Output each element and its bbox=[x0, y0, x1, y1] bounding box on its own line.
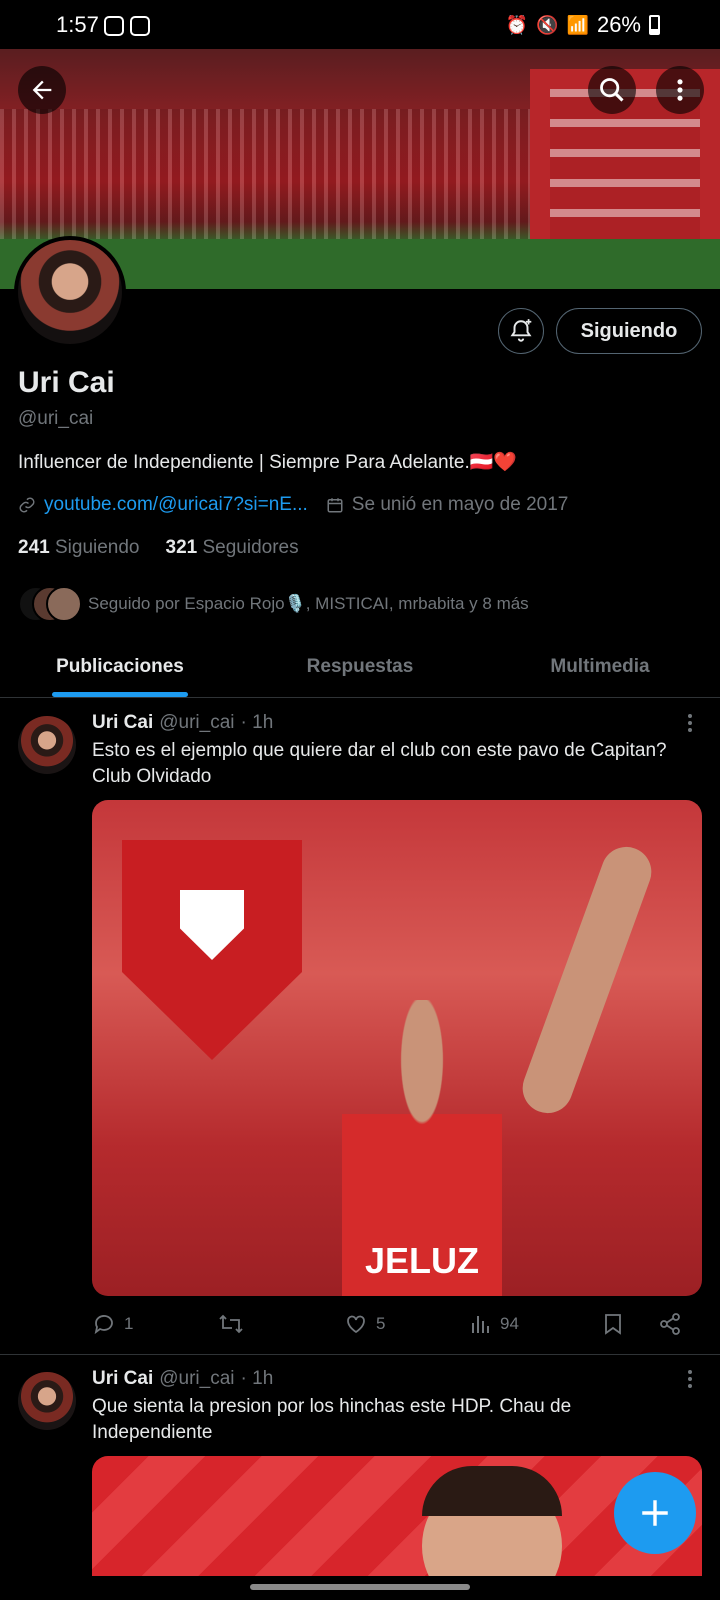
post-text: Esto es el ejemplo que quiere dar el clu… bbox=[92, 738, 692, 790]
alarm-icon: ⏰ bbox=[505, 14, 529, 35]
follower-avatar bbox=[46, 586, 82, 622]
post-time: · 1h bbox=[240, 712, 274, 733]
post-text-line: Esto es el ejemplo que quiere dar el clu… bbox=[92, 740, 667, 761]
tab-respuestas[interactable]: Respuestas bbox=[240, 636, 480, 697]
views-icon bbox=[472, 1316, 489, 1333]
post-text-line: Que sienta la presion por los hinchas es… bbox=[92, 1396, 572, 1417]
repost-icon bbox=[219, 1314, 243, 1334]
profile-handle: @uri_cai bbox=[18, 408, 94, 429]
views-button[interactable]: 94 bbox=[470, 1313, 602, 1335]
share-icon bbox=[660, 1313, 680, 1335]
back-button[interactable] bbox=[18, 66, 66, 114]
post-divider bbox=[0, 1354, 720, 1355]
post-menu-button[interactable] bbox=[684, 712, 696, 740]
profile-meta: youtube.com/@uricai7?si=nE... Se unió en… bbox=[18, 494, 568, 516]
post-text-line: Club Olvidado bbox=[92, 766, 212, 787]
profile-name: Uri Cai bbox=[18, 366, 115, 399]
system-icons: ⏰ 🔇 📶 26% bbox=[506, 12, 660, 38]
followed-by[interactable]: Seguido por Espacio Rojo🎙️, MISTICAI, mr… bbox=[18, 586, 529, 622]
follow-counts: 241 Siguiendo 321 Seguidores bbox=[18, 537, 299, 559]
post-menu-button[interactable] bbox=[684, 1368, 696, 1396]
arrow-left-icon bbox=[32, 80, 52, 100]
post-text: Que sienta la presion por los hinchas es… bbox=[92, 1394, 692, 1446]
like-button[interactable]: 5 bbox=[344, 1312, 470, 1336]
reply-count: 1 bbox=[124, 1314, 134, 1333]
like-count: 5 bbox=[376, 1314, 386, 1333]
wifi-icon: 📶 bbox=[566, 14, 589, 35]
post-author-name[interactable]: Uri Cai bbox=[92, 712, 153, 734]
plus-icon bbox=[642, 1500, 668, 1526]
followers-link[interactable]: 321 Seguidores bbox=[166, 537, 299, 559]
post-text-line: Independiente bbox=[92, 1422, 213, 1443]
player-hair bbox=[422, 1466, 562, 1516]
bookmark-button[interactable] bbox=[602, 1312, 658, 1336]
post-image[interactable] bbox=[92, 1456, 702, 1576]
post-actions: 1 5 94 bbox=[92, 1312, 692, 1336]
home-indicator[interactable] bbox=[250, 1584, 470, 1590]
reply-icon bbox=[94, 1315, 113, 1335]
pennant-graphic bbox=[122, 840, 302, 1060]
raised-arm bbox=[515, 839, 659, 1121]
post-avatar[interactable] bbox=[18, 716, 76, 774]
calendar-icon bbox=[327, 498, 343, 513]
post-header: Uri Cai @uri_cai · 1h bbox=[92, 1368, 273, 1390]
instagram-icon bbox=[104, 16, 124, 36]
tab-publicaciones[interactable]: Publicaciones bbox=[0, 636, 240, 697]
gallery-icon bbox=[130, 16, 150, 36]
post-image[interactable]: JELUZ bbox=[92, 800, 702, 1296]
search-icon bbox=[600, 78, 624, 102]
search-button[interactable] bbox=[588, 66, 636, 114]
following-link[interactable]: 241 Siguiendo bbox=[18, 537, 140, 559]
status-time: 1:57 bbox=[56, 12, 99, 37]
more-vertical-icon bbox=[677, 79, 683, 101]
post-avatar[interactable] bbox=[18, 1372, 76, 1430]
notification-icons bbox=[104, 16, 150, 36]
reply-button[interactable]: 1 bbox=[92, 1312, 218, 1336]
following-button[interactable]: Siguiendo bbox=[556, 308, 702, 354]
repost-button[interactable] bbox=[218, 1312, 344, 1336]
profile-tabs: Publicaciones Respuestas Multimedia bbox=[0, 636, 720, 698]
following-count: 241 bbox=[18, 537, 50, 558]
followers-count: 321 bbox=[165, 537, 198, 558]
share-button[interactable] bbox=[658, 1312, 682, 1336]
notifications-button[interactable] bbox=[498, 308, 544, 354]
followed-by-text: Seguido por Espacio Rojo🎙️, MISTICAI, mr… bbox=[88, 594, 529, 613]
post-author-handle: @uri_cai bbox=[159, 712, 235, 733]
views-count: 94 bbox=[500, 1314, 519, 1333]
join-date: Se unió en mayo de 2017 bbox=[351, 494, 569, 515]
compose-button[interactable] bbox=[614, 1472, 696, 1554]
jersey-sponsor: JELUZ bbox=[364, 1240, 479, 1281]
post-header: Uri Cai @uri_cai · 1h bbox=[92, 712, 273, 734]
post-time: · 1h bbox=[240, 1368, 274, 1389]
post-author-name[interactable]: Uri Cai bbox=[92, 1368, 153, 1390]
profile-bio: Influencer de Independiente | Siempre Pa… bbox=[18, 452, 518, 473]
more-vertical-icon bbox=[688, 1370, 692, 1388]
more-options-button[interactable] bbox=[656, 66, 704, 114]
status-bar: 1:57 ⏰ 🔇 📶 26% bbox=[0, 0, 720, 52]
battery-percent: 26% bbox=[596, 12, 641, 37]
followers-label: Seguidores bbox=[202, 537, 299, 558]
mute-icon: 🔇 bbox=[536, 14, 559, 35]
tab-multimedia[interactable]: Multimedia bbox=[480, 636, 720, 697]
profile-avatar[interactable] bbox=[14, 236, 126, 348]
link-icon bbox=[19, 497, 35, 513]
following-label: Siguiendo bbox=[54, 537, 140, 558]
more-vertical-icon bbox=[688, 714, 692, 732]
followed-avatars bbox=[18, 586, 82, 622]
battery-icon bbox=[649, 15, 660, 35]
heart-icon bbox=[347, 1315, 365, 1334]
post-author-handle: @uri_cai bbox=[159, 1368, 235, 1389]
bookmark-icon bbox=[605, 1314, 621, 1335]
profile-link[interactable]: youtube.com/@uricai7?si=nE... bbox=[44, 494, 308, 516]
bell-plus-icon bbox=[510, 319, 532, 342]
